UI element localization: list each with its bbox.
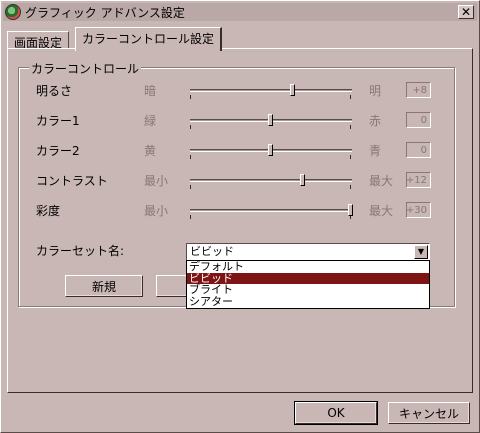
brightness-label: 明るさ: [36, 84, 73, 98]
option-theater[interactable]: シアター: [187, 296, 429, 308]
contrast-slider[interactable]: [190, 174, 352, 189]
color2-slider[interactable]: [190, 144, 352, 159]
app-icon: [5, 4, 21, 20]
saturation-slider[interactable]: [190, 204, 353, 219]
color2-min-label: 黄: [144, 144, 157, 158]
brightness-slider-thumb[interactable]: [290, 84, 296, 96]
ok-button[interactable]: OK: [294, 401, 378, 425]
contrast-value: +12: [406, 172, 431, 188]
option-bright[interactable]: ブライト: [187, 284, 429, 296]
contrast-max-label: 最大: [369, 174, 394, 188]
tab-color-control-settings[interactable]: カラーコントロール設定: [75, 27, 223, 51]
color2-value: 0: [406, 142, 431, 158]
brightness-max-label: 明: [369, 84, 382, 98]
contrast-label: コントラスト: [36, 174, 108, 188]
color1-slider-thumb[interactable]: [268, 114, 273, 126]
window-title: グラフィック アドバンス設定: [25, 5, 185, 20]
slider-tick: [350, 155, 351, 159]
title-bar[interactable]: グラフィック アドバンス設定 ✕: [3, 3, 477, 21]
brightness-min-label: 暗: [144, 84, 157, 98]
slider-tick: [350, 125, 351, 129]
saturation-min-label: 最小: [144, 204, 169, 218]
new-button[interactable]: 新規: [65, 275, 143, 297]
contrast-slider-thumb[interactable]: [300, 174, 305, 186]
color1-label: カラー1: [36, 114, 80, 128]
color-set-dropdown[interactable]: ビビッド ▼: [186, 243, 430, 261]
color1-min-label: 緑: [144, 114, 157, 128]
saturation-slider-thumb[interactable]: [348, 204, 353, 216]
slider-tick: [190, 125, 191, 129]
color-set-name-label: カラーセット名:: [36, 244, 125, 258]
slider-tick: [350, 185, 351, 189]
close-button[interactable]: ✕: [458, 5, 474, 19]
slider-tick: [190, 155, 191, 159]
chevron-down-icon[interactable]: ▼: [414, 245, 428, 259]
group-legend: カラーコントロール: [29, 60, 142, 77]
color2-slider-thumb[interactable]: [268, 144, 273, 156]
color2-label: カラー2: [36, 144, 80, 158]
color1-value: 0: [406, 112, 431, 128]
saturation-value: +30: [406, 202, 431, 218]
color1-slider[interactable]: [190, 114, 352, 129]
option-default[interactable]: デフォルト: [187, 261, 429, 273]
saturation-label: 彩度: [36, 204, 61, 218]
color2-max-label: 青: [369, 144, 382, 158]
slider-tick: [190, 185, 191, 189]
contrast-min-label: 最小: [144, 174, 169, 188]
slider-tick: [350, 95, 351, 99]
color-set-options-list[interactable]: デフォルト ビビッド ブライト シアター: [186, 260, 430, 309]
saturation-max-label: 最大: [369, 204, 394, 218]
brightness-value: +8: [406, 82, 431, 98]
dialog-window: グラフィック アドバンス設定 ✕ 画面設定 カラーコントロール設定 カラーコント…: [0, 0, 480, 433]
slider-tick: [190, 215, 191, 219]
color1-max-label: 赤: [369, 114, 382, 128]
slider-tick: [190, 95, 191, 99]
brightness-slider[interactable]: [190, 84, 352, 99]
cancel-button[interactable]: キャンセル: [388, 402, 470, 424]
color-set-selected-value: ビビッド: [190, 245, 234, 258]
